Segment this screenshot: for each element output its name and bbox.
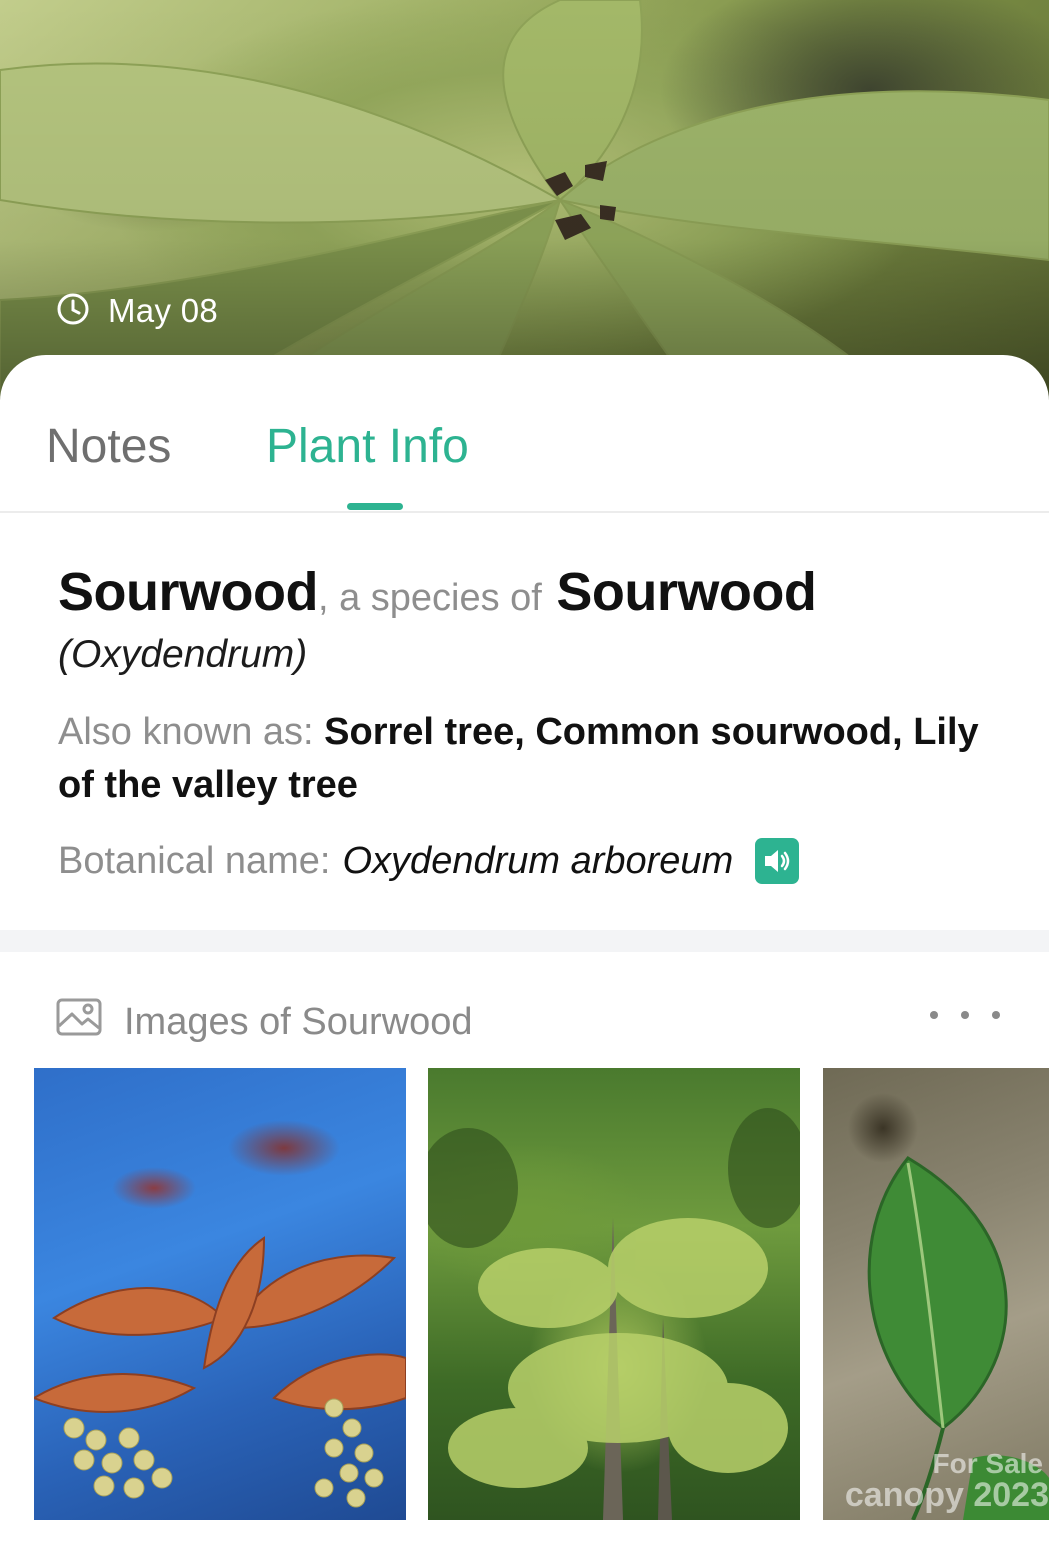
- botanical-value: Oxydendrum arboreum: [342, 839, 734, 882]
- section-divider: [0, 930, 1049, 952]
- botanical-name-row: Botanical name: Oxydendrum arboreum: [58, 838, 800, 884]
- active-tab-indicator: [347, 503, 403, 510]
- species-connector: , a species of: [317, 577, 542, 619]
- genus-latin-name: (Oxydendrum): [58, 633, 308, 676]
- date-label: May 08: [108, 292, 219, 329]
- aka-label: Also known as:: [58, 711, 314, 753]
- image-thumbnail-3[interactable]: [823, 1068, 1049, 1520]
- leaf-rosette-illustration: [0, 0, 1049, 400]
- clock-icon: [56, 293, 90, 328]
- images-section-header: Images of Sourwood: [56, 998, 473, 1046]
- image-icon: [56, 998, 102, 1046]
- tab-plant-info[interactable]: Plant Info: [266, 419, 469, 474]
- image-thumbnail-1[interactable]: [34, 1068, 406, 1520]
- observation-date: May 08: [56, 292, 218, 330]
- image-thumbnail-2[interactable]: [428, 1068, 800, 1520]
- plant-title: Sourwood, a species of Sourwood: [58, 560, 1018, 630]
- speaker-icon[interactable]: [755, 838, 800, 884]
- images-section-title: Images of Sourwood: [124, 1000, 473, 1043]
- hero-plant-photo: May 08: [0, 0, 1049, 400]
- plant-title-block: Sourwood, a species of Sourwood (Oxydend…: [58, 560, 1018, 680]
- tab-notes[interactable]: Notes: [46, 419, 171, 474]
- also-known-as: Also known as: Sorrel tree, Common sourw…: [58, 706, 1018, 812]
- botanical-label: Botanical name:: [58, 839, 331, 882]
- more-icon[interactable]: [930, 998, 1000, 1032]
- tab-bar: Notes Plant Info: [0, 355, 1049, 513]
- common-name: Sourwood: [58, 562, 318, 622]
- genus-common-name[interactable]: Sourwood: [556, 562, 816, 622]
